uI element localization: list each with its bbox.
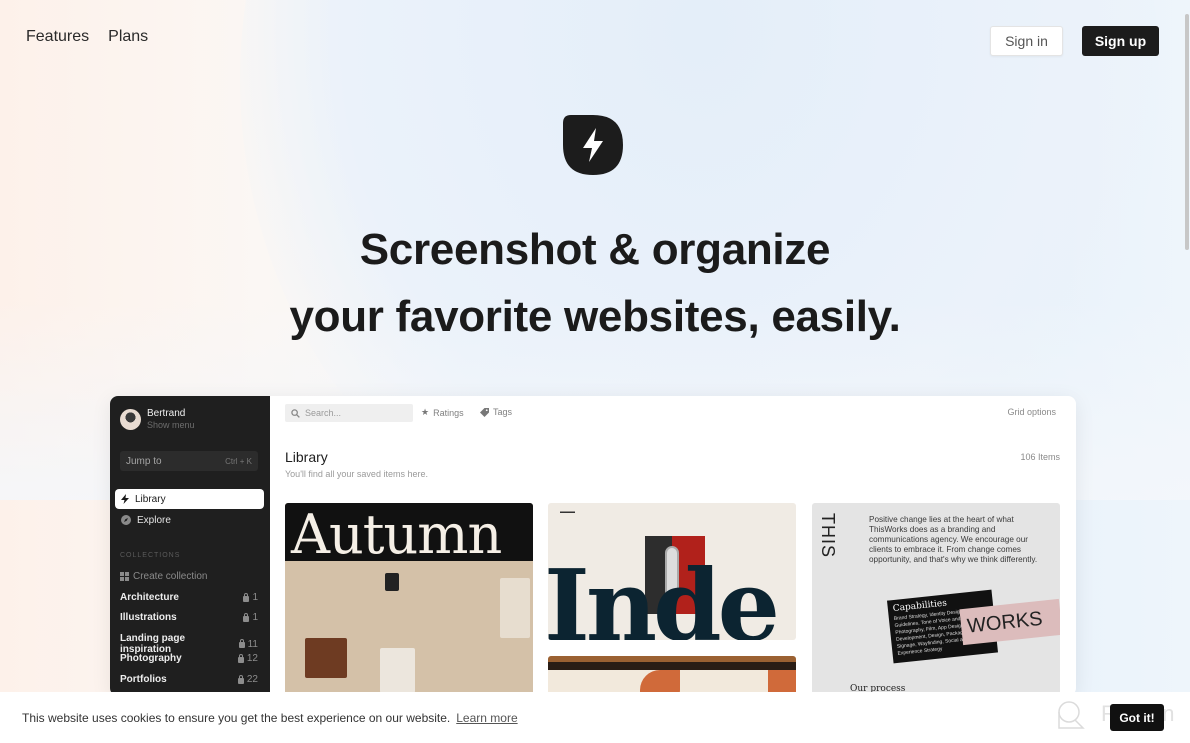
lightning-bolt-icon [563, 115, 623, 175]
collection-name: Architecture [120, 592, 179, 603]
collection-count: 1 [252, 592, 258, 603]
star-icon: ★ [421, 407, 430, 417]
collection-item[interactable]: Photography 12 [120, 653, 258, 664]
jump-shortcut: Ctrl + K [225, 456, 252, 466]
collection-count: 1 [252, 612, 258, 623]
product-bottle [385, 573, 399, 591]
lock-icon [237, 653, 244, 663]
search-placeholder: Search... [305, 408, 342, 418]
product-bottle [305, 638, 347, 678]
search-input[interactable]: Search... [285, 404, 413, 422]
lock-icon [237, 674, 244, 684]
screenshot-card-autumn[interactable]: Autumn [285, 503, 533, 696]
screenshot-card-orange[interactable] [548, 656, 796, 696]
jump-to-button[interactable]: Jump to Ctrl + K [120, 451, 258, 471]
avatar [120, 408, 141, 430]
lightning-icon [121, 494, 129, 504]
app-logo [563, 115, 623, 175]
create-collection-label: Create collection [133, 571, 208, 582]
collections-header: COLLECTIONS [120, 552, 181, 559]
tags-label: Tags [493, 407, 513, 417]
card-headline: Inde [548, 549, 780, 641]
card-headline: Autumn [291, 503, 502, 566]
collection-name: Portfolios [120, 674, 167, 685]
preview-main: Search... ★ Ratings Tags Grid options Li… [270, 396, 1076, 696]
cookie-banner: This website uses cookies to ensure you … [0, 692, 1190, 743]
collection-item[interactable]: Landing page inspiration 11 [120, 633, 258, 655]
collection-name: Landing page inspiration [120, 633, 185, 655]
auth-buttons: Sign in Sign up [990, 26, 1159, 56]
preview-sidebar: Bertrand Show menu Jump to Ctrl + K Libr… [110, 396, 270, 696]
hero-headline: Screenshot & organize your favorite webs… [0, 216, 1190, 350]
magnifier-watermark-icon [1058, 701, 1085, 729]
collection-name: Illustrations [120, 612, 177, 623]
compass-icon [121, 515, 131, 525]
collection-count: 22 [246, 674, 258, 685]
sidebar-item-explore[interactable]: Explore [115, 510, 264, 530]
user-menu[interactable]: Bertrand Show menu [120, 408, 195, 430]
create-collection-button[interactable]: Create collection [120, 571, 207, 582]
app-preview: Bertrand Show menu Jump to Ctrl + K Libr… [110, 396, 1076, 696]
user-name: Bertrand [147, 408, 186, 419]
collection-name: Photography [120, 653, 182, 664]
sign-in-button[interactable]: Sign in [990, 26, 1063, 56]
sign-up-button[interactable]: Sign up [1082, 26, 1159, 56]
lock-icon [243, 612, 250, 622]
search-icon [291, 408, 300, 418]
library-subtitle: You'll find all your saved items here. [285, 469, 428, 479]
card-banner-dark [548, 662, 796, 670]
grid-options-button[interactable]: Grid options [1007, 407, 1056, 417]
lock-icon [243, 592, 250, 602]
screenshot-card-index[interactable]: ▬▬▬ Inde [548, 503, 796, 640]
sidebar-item-label: Explore [137, 514, 171, 526]
product-bottle [380, 648, 415, 693]
show-menu-label: Show menu [147, 420, 195, 430]
collection-item[interactable]: Architecture 1 [120, 592, 258, 603]
tag-icon [480, 407, 489, 417]
collection-count: 11 [247, 638, 258, 650]
collection-count: 12 [246, 653, 258, 664]
ratings-filter[interactable]: ★ Ratings [421, 407, 464, 418]
scrollbar-thumb[interactable] [1185, 14, 1189, 250]
headline-line-2: your favorite websites, easily. [289, 292, 901, 341]
learn-more-link[interactable]: Learn more [456, 711, 517, 725]
nav-features-link[interactable]: Features [26, 28, 89, 46]
tags-filter[interactable]: Tags [480, 407, 512, 417]
card-paragraph: Positive change lies at the heart of wha… [869, 515, 1038, 564]
nav-plans-link[interactable]: Plans [108, 28, 148, 46]
jump-to-label: Jump to [126, 455, 162, 467]
screenshot-card-thisworks[interactable]: THIS Positive change lies at the heart o… [812, 503, 1060, 696]
headline-line-1: Screenshot & organize [359, 225, 831, 274]
cookie-message: This website uses cookies to ensure you … [22, 710, 451, 725]
card-vertical-title: THIS [818, 513, 838, 559]
collection-item[interactable]: Portfolios 22 [120, 674, 258, 685]
top-nav: Features Plans [26, 28, 148, 46]
grid-plus-icon [120, 572, 129, 581]
collection-item[interactable]: Illustrations 1 [120, 612, 258, 623]
ratings-label: Ratings [433, 407, 464, 418]
card-logo-text: ▬▬▬ [560, 509, 575, 515]
page-scrollbar[interactable] [1184, 0, 1190, 743]
got-it-button[interactable]: Got it! [1110, 704, 1164, 731]
sidebar-item-label: Library [135, 493, 166, 505]
product-bottle [500, 578, 530, 638]
library-title: Library [285, 449, 328, 465]
sidebar-item-library[interactable]: Library [115, 489, 264, 509]
items-count: 106 Items [1020, 452, 1060, 462]
lock-icon [238, 639, 245, 648]
